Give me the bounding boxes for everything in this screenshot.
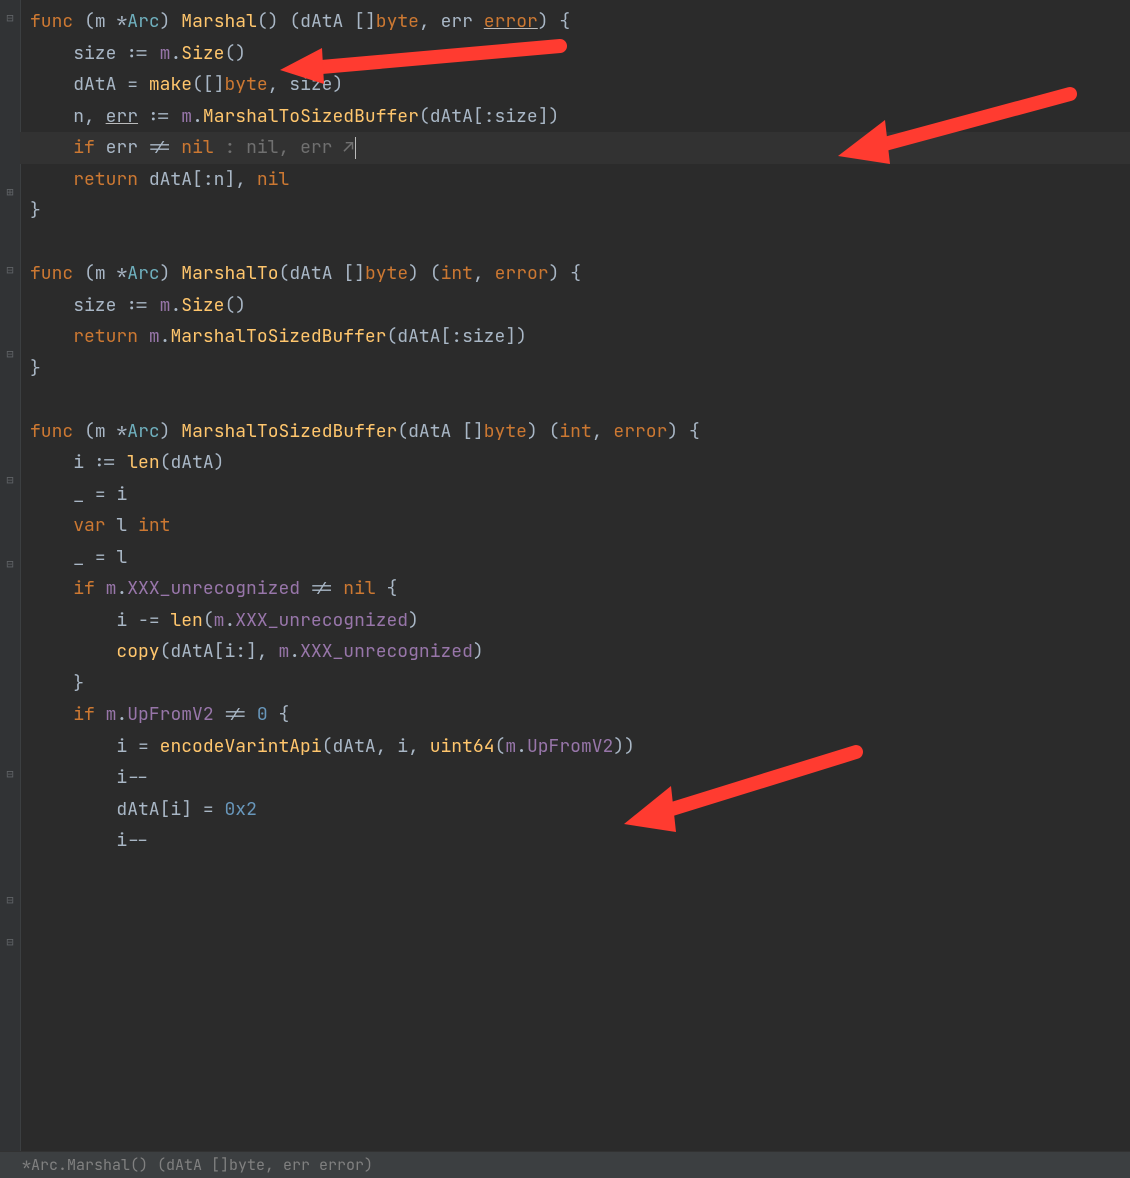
fold-expand-icon[interactable]: ⊞ [4,186,16,198]
fold-toggle-icon[interactable]: ⊟ [4,558,16,570]
code-line-blank[interactable] [20,227,1130,259]
code-line[interactable]: dAtA = make([]byte, size) [20,69,1130,101]
code-line-current[interactable]: if err != nil : nil, err ↗ [20,132,1130,164]
code-line[interactable]: size := m.Size() [20,38,1130,70]
code-line[interactable]: i := len(dAtA) [20,447,1130,479]
fold-toggle-icon[interactable]: ⊟ [4,348,16,360]
fold-toggle-icon[interactable]: ⊟ [4,12,16,24]
code-line[interactable]: n, err := m.MarshalToSizedBuffer(dAtA[:s… [20,101,1130,133]
fold-end-icon[interactable]: ⊟ [4,474,16,486]
code-line-blank[interactable] [20,384,1130,416]
fold-end-icon[interactable]: ⊟ [4,264,16,276]
code-line[interactable]: if m.UpFromV2 != 0 { [20,699,1130,731]
text-caret [355,137,356,159]
fold-end-icon[interactable]: ⊟ [4,894,16,906]
code-editor[interactable]: func (m *Arc) Marshal() (dAtA []byte, er… [20,0,1130,857]
code-line[interactable]: func (m *Arc) MarshalTo(dAtA []byte) (in… [20,258,1130,290]
code-line[interactable]: i -= len(m.XXX_unrecognized) [20,605,1130,637]
code-line[interactable]: if m.XXX_unrecognized != nil { [20,573,1130,605]
fold-toggle-icon[interactable]: ⊟ [4,936,16,948]
code-line[interactable]: func (m *Arc) MarshalToSizedBuffer(dAtA … [20,416,1130,448]
code-line[interactable]: _ = i [20,479,1130,511]
code-line[interactable]: copy(dAtA[i:], m.XXX_unrecognized) [20,636,1130,668]
code-line[interactable]: _ = l [20,542,1130,574]
code-line[interactable]: return m.MarshalToSizedBuffer(dAtA[:size… [20,321,1130,353]
code-line[interactable]: size := m.Size() [20,290,1130,322]
code-line[interactable]: dAtA[i] = 0x2 [20,794,1130,826]
fold-toggle-icon[interactable]: ⊟ [4,768,16,780]
code-line[interactable]: return dAtA[:n], nil [20,164,1130,196]
code-line[interactable]: var l int [20,510,1130,542]
breadcrumb-text: *Arc.Marshal() (dAtA []byte, err error) [22,1155,373,1175]
code-line[interactable]: i-- [20,825,1130,857]
code-line[interactable]: func (m *Arc) Marshal() (dAtA []byte, er… [20,6,1130,38]
code-line[interactable]: } [20,353,1130,385]
code-line[interactable]: i = encodeVarintApi(dAtA, i, uint64(m.Up… [20,731,1130,763]
code-line[interactable]: i-- [20,762,1130,794]
gutter: ⊟ ⊞ ⊟ ⊟ ⊟ ⊟ ⊟ ⊟ ⊟ [0,0,21,1178]
code-line[interactable]: } [20,195,1130,227]
breadcrumb[interactable]: *Arc.Marshal() (dAtA []byte, err error) [0,1151,1130,1178]
code-line[interactable]: } [20,668,1130,700]
